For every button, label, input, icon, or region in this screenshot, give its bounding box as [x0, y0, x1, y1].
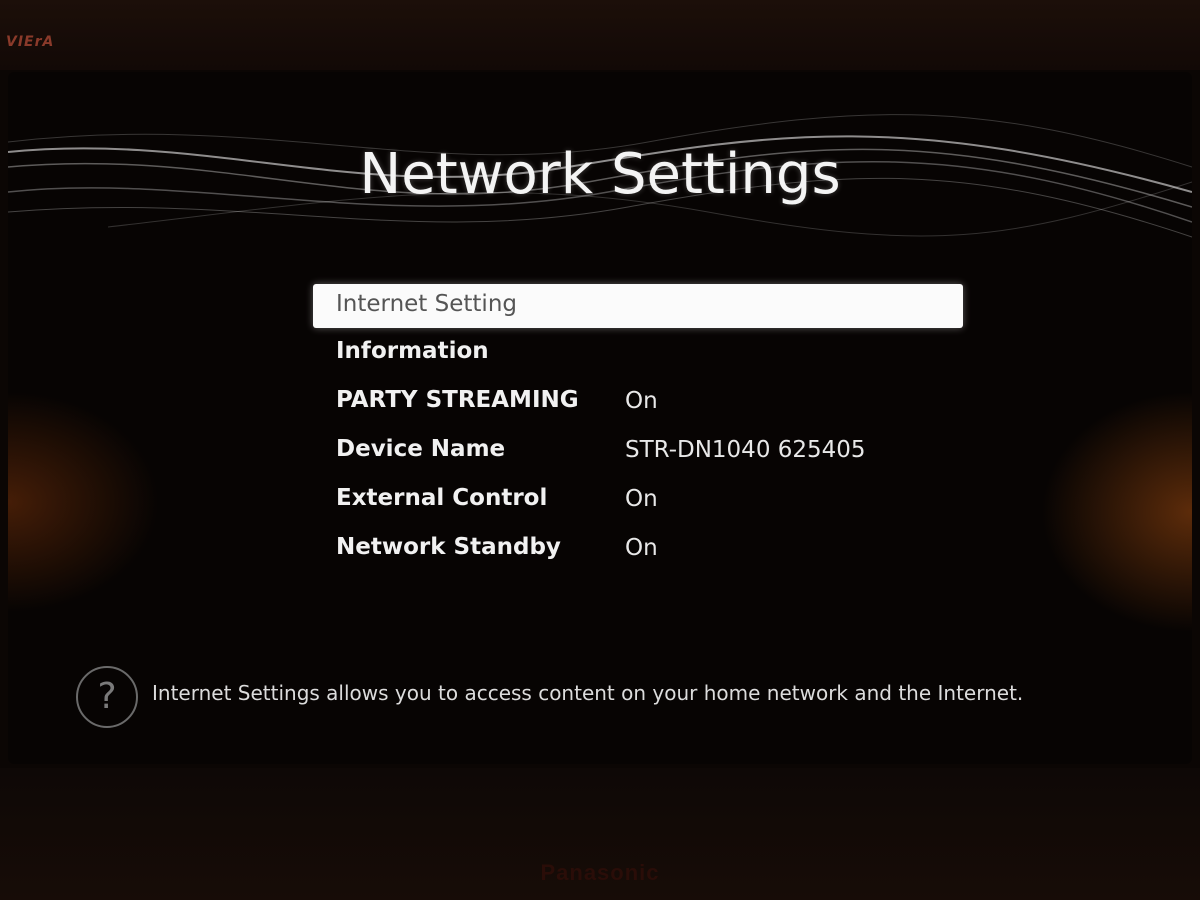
menu-item-external-control[interactable]: External Control On — [313, 479, 963, 528]
menu-item-label: Device Name — [336, 436, 506, 462]
tv-brand-logo: VIErA — [6, 34, 55, 50]
menu-item-value: On — [625, 388, 658, 414]
tv-brand-label: Panasonic — [540, 860, 660, 885]
page-title: Network Settings — [359, 142, 841, 207]
help-bar: ? Internet Settings allows you to access… — [76, 666, 1186, 732]
menu-item-network-standby[interactable]: Network Standby On — [313, 528, 963, 577]
tv-display: VIErA Network Settings Internet Setting … — [0, 0, 1200, 900]
settings-screen: Network Settings Internet Setting Inform… — [8, 72, 1192, 764]
menu-item-label: Information — [336, 338, 489, 364]
menu-item-label: Network Standby — [336, 534, 561, 560]
help-text: Internet Settings allows you to access c… — [152, 681, 1024, 705]
menu-item-party-streaming[interactable]: PARTY STREAMING On — [313, 381, 963, 430]
settings-menu: Internet Setting Information PARTY STREA… — [313, 284, 963, 577]
tv-bezel-top — [0, 0, 1200, 70]
menu-item-internet-setting[interactable]: Internet Setting — [313, 284, 963, 328]
menu-item-value: STR-DN1040 625405 — [625, 437, 866, 463]
menu-item-label: PARTY STREAMING — [336, 387, 579, 413]
question-icon: ? — [76, 666, 138, 728]
menu-item-information[interactable]: Information — [313, 332, 963, 381]
menu-item-device-name[interactable]: Device Name STR-DN1040 625405 — [313, 430, 963, 479]
menu-item-label: External Control — [336, 485, 548, 511]
menu-item-value: On — [625, 486, 658, 512]
menu-item-label: Internet Setting — [336, 291, 517, 317]
menu-item-value: On — [625, 535, 658, 561]
